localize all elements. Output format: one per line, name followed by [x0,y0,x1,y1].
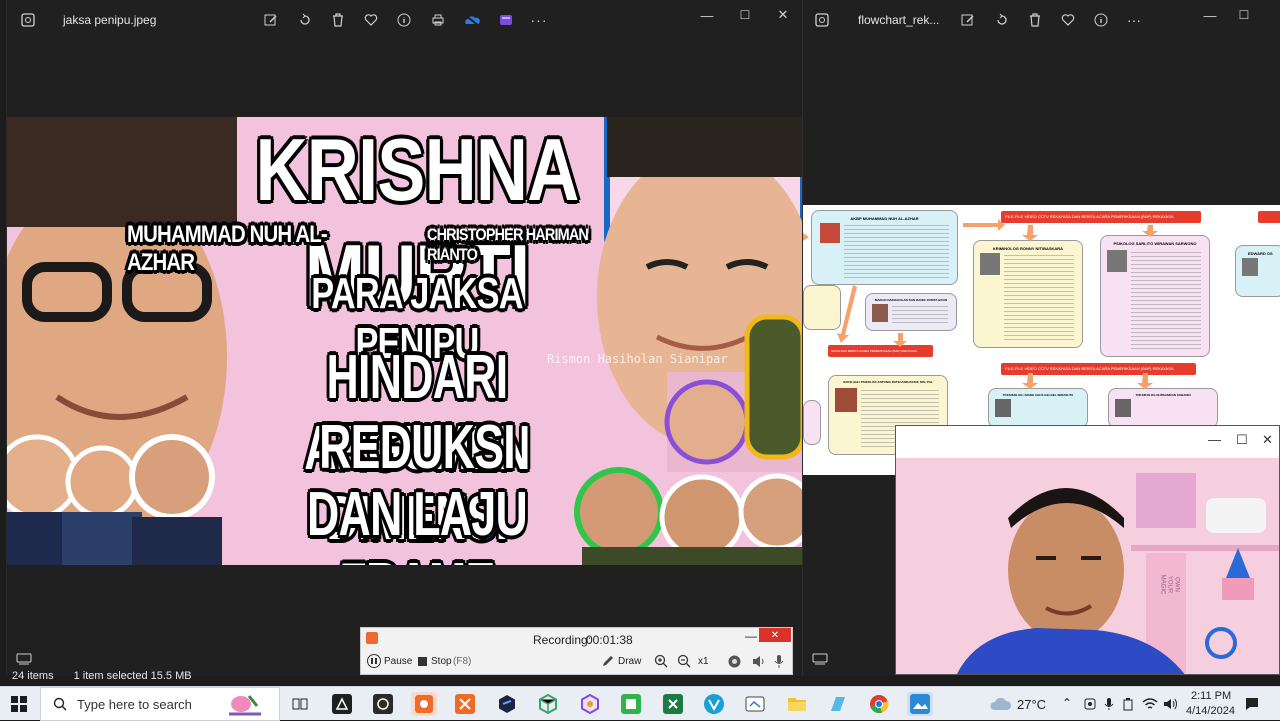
favorite-icon[interactable] [360,9,382,31]
zoom-out-icon[interactable] [677,654,692,669]
app-v-icon[interactable] [701,692,727,716]
photos-app-icon [17,9,39,31]
taskbar-search[interactable]: Type here to search [40,687,280,721]
edit-icon[interactable] [260,9,282,31]
task-view-icon[interactable] [287,692,313,716]
zoom-in-icon[interactable] [654,654,669,669]
app-whiteboard-icon[interactable] [742,692,768,716]
close-button[interactable]: ✕ [768,6,798,24]
battery-icon[interactable] [1122,697,1136,711]
poster-watermark: Rismon Hasiholan Sianipar [547,352,728,366]
chevron-up-icon[interactable]: ⌃ [1062,696,1072,710]
chrome-icon[interactable] [866,692,892,716]
webcam-feed [896,458,1279,674]
item-count: 24 items [12,670,54,682]
photo-viewer-window: jaksa penipu.jpeg ··· — ☐ ✕ KRISHNA MURT… [6,0,803,676]
webcam-window: — ☐ ✕ OWN YOUR MAGIC [895,425,1280,675]
app-hex-icon[interactable] [494,692,520,716]
pause-icon[interactable] [367,654,381,668]
app-green-icon[interactable] [618,692,644,716]
maximize-button-2[interactable]: ☐ [1229,6,1259,24]
zoom-level: x1 [698,656,709,667]
app-excel-icon[interactable] [660,692,686,716]
stop-shortcut: (F8) [453,656,472,667]
webcam-maximize-button[interactable]: ☐ [1236,432,1248,448]
recorder-close-button[interactable]: ✕ [759,628,791,642]
filmstrip-icon-2[interactable] [809,648,831,670]
window-title: jaksa penipu.jpeg [63,13,157,27]
search-highlight-icon [225,692,265,718]
pause-button[interactable]: Pause [384,656,412,667]
app-recorder-icon[interactable] [411,692,437,716]
recorder-minimize-button[interactable]: — [745,629,757,643]
webcam-minimize-button[interactable]: — [1208,432,1221,447]
stop-button[interactable]: Stop [431,656,452,667]
draw-icon[interactable] [601,654,615,668]
info-icon[interactable] [393,9,415,31]
window-title-2: flowchart_rek... [858,13,940,27]
explorer-status-bar: 24 items 1 item selected 15.5 MB [0,670,300,684]
stop-icon[interactable] [418,657,427,666]
clock-time[interactable]: 2:11 PM [1191,690,1231,702]
file-explorer-icon[interactable] [784,692,810,716]
microphone-icon[interactable] [773,654,785,669]
app-camera-icon[interactable] [370,692,396,716]
title-bar-2: flowchart_rek... ··· — ☐ [803,0,1280,40]
rotate-icon-2[interactable] [991,9,1013,31]
photo-image: KRISHNA MURTI MUHAMMAD NUH AL-AZHAR CHRI… [7,117,803,565]
clipchamp-icon[interactable] [495,9,517,31]
info-icon-2[interactable] [1090,9,1112,31]
search-placeholder: Type here to search [77,696,192,712]
app-box-icon[interactable] [535,692,561,716]
minimize-button-2[interactable]: — [1195,6,1225,24]
volume-icon[interactable] [1163,697,1179,711]
more-icon-2[interactable]: ··· [1123,9,1145,31]
maximize-button[interactable]: ☐ [730,6,760,24]
wall-text: OWN YOUR MAGIC [1159,574,1180,595]
wifi-icon[interactable] [1142,697,1158,711]
start-button[interactable] [6,692,32,716]
poster-line4: DAN LAJU FRAME [307,480,528,565]
search-icon [53,697,67,711]
recording-toolbar: Recording: 00:01:38 — ✕ Pause Stop (F8) … [360,627,793,675]
temperature[interactable]: 27°C [1017,697,1046,712]
cloud-icon[interactable] [990,695,1012,713]
poster-name2: CHRISTOPHER HARIMAN RIANTO [427,225,589,264]
title-bar: jaksa penipu.jpeg ··· — ☐ ✕ [7,0,802,40]
webcam-toggle-icon[interactable] [727,654,742,669]
onedrive-icon[interactable] [461,9,483,31]
microphone-tray-icon[interactable] [1104,697,1114,711]
delete-icon[interactable] [327,9,349,31]
minimize-button[interactable]: — [692,6,722,24]
app-colorful-icon[interactable] [577,692,603,716]
favorite-icon-2[interactable] [1057,9,1079,31]
recording-status: Recording: [533,633,592,647]
recording-time: 00:01:38 [586,633,633,647]
app-teal-icon[interactable] [825,692,851,716]
speaker-icon[interactable] [751,654,766,669]
draw-button[interactable]: Draw [618,656,641,667]
selection-info: 1 item selected 15.5 MB [73,670,192,682]
filmstrip-icon[interactable] [13,648,35,670]
taskbar: Type here to search 27°C ⌃ 2:11 PM 4/14/… [0,686,1280,721]
more-icon[interactable]: ··· [528,9,550,31]
meet-icon[interactable] [1083,697,1097,711]
webcam-title-bar: — ☐ ✕ [896,426,1279,458]
recorder-logo-icon [366,632,378,644]
notifications-icon[interactable] [1244,696,1260,712]
rotate-icon[interactable] [294,9,316,31]
app-xampp-icon[interactable] [452,692,478,716]
photos-taskbar-icon[interactable] [907,692,933,716]
webcam-close-button[interactable]: ✕ [1262,432,1273,448]
print-icon[interactable] [427,9,449,31]
edit-icon-2[interactable] [957,9,979,31]
app-a-icon[interactable] [329,692,355,716]
clock-date[interactable]: 4/14/2024 [1186,705,1235,717]
photos-app-icon-2 [811,9,833,31]
delete-icon-2[interactable] [1024,9,1046,31]
